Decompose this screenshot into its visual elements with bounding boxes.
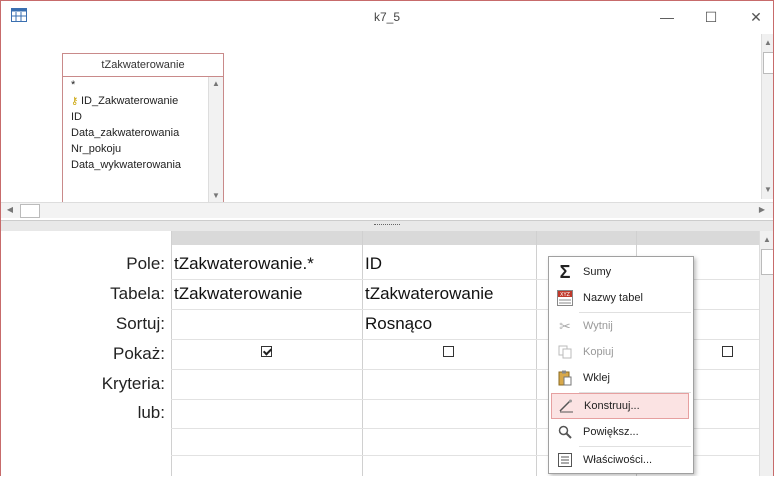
show-checkbox[interactable] <box>443 346 454 357</box>
row-label-lub: lub: <box>137 403 165 422</box>
key-icon: ⚷ <box>71 96 79 107</box>
build-icon <box>552 399 580 413</box>
grid-divider <box>362 231 363 476</box>
cell-pole[interactable]: tZakwaterowanie.* <box>174 254 314 274</box>
minimize-icon: — <box>660 9 674 25</box>
scroll-thumb[interactable] <box>20 204 40 218</box>
row-label-tabela: Tabela: <box>110 284 165 303</box>
scroll-left-icon[interactable]: ◀ <box>4 205 16 215</box>
column-selector[interactable] <box>636 231 761 245</box>
cell-tabela[interactable]: tZakwaterowanie <box>365 284 494 304</box>
scroll-right-icon[interactable]: ▶ <box>756 205 768 215</box>
menu-item-nazwy-tabel[interactable]: XYZ Nazwy tabel <box>551 285 689 311</box>
scroll-thumb[interactable] <box>761 249 773 275</box>
table-box-scrollbar[interactable]: ▲ ▼ <box>208 77 223 203</box>
menu-item-powieksz[interactable]: Powiększ... <box>551 419 689 445</box>
menu-item-konstruuj[interactable]: Konstruuj... <box>551 393 689 419</box>
field-item[interactable]: Data_wykwaterowania <box>63 157 208 173</box>
scroll-down-icon[interactable]: ▼ <box>762 185 773 195</box>
column-selector[interactable] <box>536 231 637 245</box>
cell-tabela[interactable]: tZakwaterowanie <box>174 284 303 304</box>
grid-divider <box>171 231 172 476</box>
query-design-window: k7_5 — ☐ ✕ tZakwaterowanie * ⚷ ID_Zakwate… <box>0 0 774 476</box>
close-button[interactable]: ✕ <box>734 5 773 29</box>
splitter-grip-icon[interactable] <box>374 224 400 227</box>
column-selector[interactable] <box>171 231 363 245</box>
row-label-pole: Pole: <box>126 254 165 273</box>
row-label-kryteria: Kryteria: <box>101 374 165 393</box>
copy-icon <box>551 345 579 359</box>
table-field-list: * ⚷ ID_Zakwaterowanie ID Data_zakwaterowa… <box>63 77 208 173</box>
menu-item-wlasciwosci[interactable]: Właściwości... <box>551 447 689 473</box>
close-icon: ✕ <box>750 8 762 25</box>
table-box-tzakwaterowanie[interactable]: tZakwaterowanie * ⚷ ID_Zakwaterowanie ID … <box>62 53 224 205</box>
maximize-icon: ☐ <box>704 8 718 25</box>
grid-vertical-scrollbar[interactable]: ▲ <box>759 231 773 476</box>
svg-text:XYZ: XYZ <box>560 292 570 298</box>
table-area-pane: tZakwaterowanie * ⚷ ID_Zakwaterowanie ID … <box>1 34 773 221</box>
scroll-up-icon[interactable]: ▲ <box>762 38 773 48</box>
field-item[interactable]: ID <box>63 109 208 125</box>
menu-item-wytnij[interactable]: ✂ Wytnij <box>551 313 689 339</box>
scroll-up-icon[interactable]: ▲ <box>209 79 223 89</box>
title-bar: k7_5 — ☐ ✕ <box>1 1 773 34</box>
show-checkbox[interactable] <box>261 346 272 357</box>
row-label-pokaz: Pokaż: <box>113 344 165 363</box>
column-selector[interactable] <box>362 231 537 245</box>
properties-icon <box>551 453 579 467</box>
cell-pole[interactable]: ID <box>365 254 382 274</box>
sigma-icon: Σ <box>559 261 571 282</box>
field-item-primary-key[interactable]: ⚷ ID_Zakwaterowanie <box>63 93 208 109</box>
minimize-button[interactable]: — <box>645 5 689 29</box>
context-menu: Σ Sumy XYZ Nazwy tabel ✂ Wytnij Kopiuj W… <box>548 256 694 474</box>
zoom-icon <box>551 425 579 439</box>
maximize-button[interactable]: ☐ <box>689 5 733 29</box>
field-item[interactable]: Data_zakwaterowania <box>63 125 208 141</box>
table-names-icon: XYZ <box>551 290 579 306</box>
row-label-sortuj: Sortuj: <box>115 314 165 333</box>
upper-vertical-scrollbar[interactable]: ▲ ▼ <box>761 34 773 199</box>
upper-horizontal-scrollbar[interactable]: ◀ ▶ <box>1 202 773 218</box>
menu-item-sumy[interactable]: Σ Sumy <box>551 259 689 285</box>
table-box-title[interactable]: tZakwaterowanie <box>63 54 223 77</box>
scroll-up-icon[interactable]: ▲ <box>760 235 773 245</box>
field-item[interactable]: Nr_pokoju <box>63 141 208 157</box>
cell-sortuj[interactable]: Rosnąco <box>365 314 432 334</box>
grid-divider <box>536 231 537 476</box>
paste-icon <box>551 370 579 386</box>
menu-item-kopiuj[interactable]: Kopiuj <box>551 339 689 365</box>
scissors-icon: ✂ <box>559 317 571 334</box>
menu-item-wklej[interactable]: Wklej <box>551 365 689 391</box>
scroll-down-icon[interactable]: ▼ <box>209 191 223 201</box>
field-item[interactable]: * <box>63 77 208 93</box>
show-checkbox[interactable] <box>722 346 733 357</box>
scroll-thumb[interactable] <box>763 52 773 74</box>
